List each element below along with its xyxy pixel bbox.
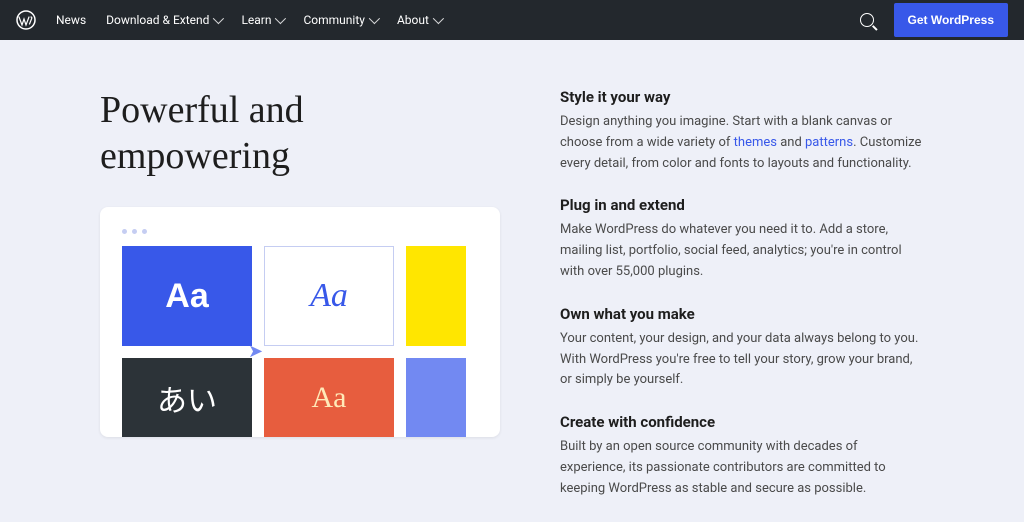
nav-label: About <box>397 13 429 27</box>
feature-list: Style it your way Design anything you im… <box>560 88 924 522</box>
page-headline: Powerful and empowering <box>100 88 500 179</box>
section-heading: Style it your way <box>560 88 924 106</box>
nav-about[interactable]: About <box>397 13 441 27</box>
search-icon[interactable] <box>860 13 874 27</box>
section-heading: Own what you make <box>560 305 924 323</box>
section-heading: Create with confidence <box>560 413 924 431</box>
nav-download[interactable]: Download & Extend <box>106 13 221 27</box>
nav-learn[interactable]: Learn <box>241 13 283 27</box>
section-heading: Plug in and extend <box>560 196 924 214</box>
section-body: Make WordPress do whatever you need it t… <box>560 220 924 282</box>
nav-items: News Download & Extend Learn Community A… <box>56 13 840 27</box>
tile-japanese: あい <box>122 358 252 437</box>
tile-grid: Aa Aa あい Aa <box>122 246 478 437</box>
chevron-down-icon <box>213 13 224 24</box>
nav-community[interactable]: Community <box>303 13 376 27</box>
wordpress-logo-icon[interactable] <box>16 10 36 30</box>
nav-label: News <box>56 13 86 27</box>
theme-mockup: Aa Aa あい Aa ➤ <box>100 207 500 437</box>
section-own: Own what you make Your content, your des… <box>560 305 924 391</box>
section-body: Design anything you imagine. Start with … <box>560 112 924 174</box>
chevron-down-icon <box>275 13 286 24</box>
section-body: Built by an open source community with d… <box>560 437 924 499</box>
section-style: Style it your way Design anything you im… <box>560 88 924 174</box>
main-content: Powerful and empowering Aa Aa あい Aa ➤ St… <box>0 40 1024 522</box>
chevron-down-icon <box>369 13 380 24</box>
nav-label: Community <box>303 13 364 27</box>
tile-orange: Aa <box>264 358 394 437</box>
hero-left: Powerful and empowering Aa Aa あい Aa ➤ <box>100 88 500 522</box>
top-nav: News Download & Extend Learn Community A… <box>0 0 1024 40</box>
cursor-icon: ➤ <box>248 341 263 362</box>
section-body: Your content, your design, and your data… <box>560 329 924 391</box>
nav-label: Learn <box>241 13 271 27</box>
themes-link[interactable]: themes <box>734 135 777 150</box>
section-confidence: Create with confidence Built by an open … <box>560 413 924 499</box>
tile-yellow <box>406 246 466 346</box>
tile-blue <box>406 358 466 437</box>
get-wordpress-button[interactable]: Get WordPress <box>894 3 1008 37</box>
tile-serif: Aa <box>264 246 394 346</box>
tile-sans: Aa <box>122 246 252 346</box>
patterns-link[interactable]: patterns <box>805 135 853 150</box>
section-plugin: Plug in and extend Make WordPress do wha… <box>560 196 924 282</box>
chevron-down-icon <box>433 13 444 24</box>
nav-news[interactable]: News <box>56 13 86 27</box>
nav-label: Download & Extend <box>106 13 209 27</box>
window-dots <box>122 229 478 234</box>
